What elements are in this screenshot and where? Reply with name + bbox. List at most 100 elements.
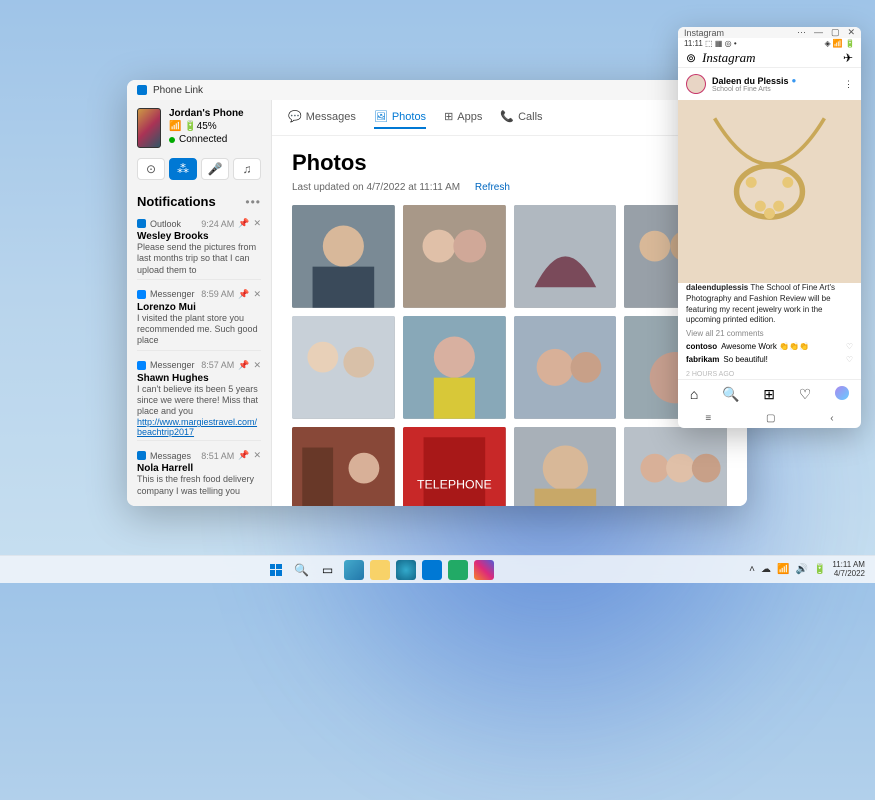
pin-icon[interactable]: 📌	[238, 218, 249, 229]
dnd-button[interactable]: ⊙	[137, 158, 165, 180]
instagram-taskbar-icon[interactable]	[474, 560, 494, 580]
taskbar-center: 🔍 ▭	[266, 560, 494, 580]
start-button[interactable]	[266, 560, 286, 580]
like-comment-icon[interactable]: ♡	[846, 355, 853, 366]
pin-icon[interactable]: 📌	[238, 450, 249, 461]
explorer-icon[interactable]	[370, 560, 390, 580]
photo-thumbnail[interactable]	[514, 316, 617, 419]
back-icon[interactable]: ‹	[830, 413, 833, 424]
task-view-icon[interactable]: ▭	[318, 560, 338, 580]
photo-thumbnail[interactable]	[292, 205, 395, 308]
wifi-icon[interactable]: 📶	[777, 564, 789, 575]
instagram-logo: Instagram	[702, 50, 755, 66]
necklace-illustration	[678, 100, 861, 283]
photo-thumbnail[interactable]: TELEPHONE	[403, 427, 506, 507]
refresh-button[interactable]: Refresh	[475, 182, 510, 193]
phone-link-titlebar[interactable]: Phone Link	[127, 80, 747, 100]
photo-thumbnail[interactable]	[514, 205, 617, 308]
close-icon[interactable]: ✕	[253, 360, 261, 371]
device-status: Connected	[169, 134, 244, 145]
instagram-header: ⊚ Instagram ✈	[678, 49, 861, 68]
taskbar[interactable]: 🔍 ▭ ˄ ☁ 📶 🔊 🔋 11:11 AM 4/7/2022	[0, 555, 875, 583]
photo-thumbnail[interactable]	[403, 205, 506, 308]
notification-item[interactable]: Messenger 8:57 AM 📌✕ Shawn Hughes I can'…	[137, 357, 261, 442]
widgets-icon[interactable]	[344, 560, 364, 580]
maximize-icon[interactable]: ▢	[831, 28, 840, 37]
like-comment-icon[interactable]: ♡	[846, 342, 853, 353]
instagram-titlebar[interactable]: Instagram ⋯ — ▢ ✕	[678, 27, 861, 38]
photo-grid: TELEPHONE	[292, 205, 727, 506]
clock[interactable]: 11:11 AM 4/7/2022	[832, 561, 865, 579]
home-icon[interactable]: ⌂	[690, 386, 698, 403]
post-username[interactable]: Daleen du Plessis●	[712, 76, 796, 86]
photo-thumbnail[interactable]	[292, 316, 395, 419]
profile-avatar-icon[interactable]	[835, 386, 849, 400]
post-image[interactable]	[678, 100, 861, 243]
tab-apps[interactable]: ⊞Apps	[444, 106, 482, 129]
outlook-icon	[137, 219, 146, 228]
notifications-more-icon[interactable]: •••	[245, 195, 261, 209]
minimize-icon[interactable]: —	[814, 28, 823, 37]
photo-thumbnail[interactable]	[514, 427, 617, 507]
photos-tab-icon: 🖼	[374, 110, 388, 123]
notification-item[interactable]: Messages 8:51 AM 📌✕ Nola Harrell This is…	[137, 447, 261, 498]
status-icons: ◈ 📶 🔋	[824, 39, 855, 48]
phone-thumbnail	[137, 108, 161, 148]
pin-icon[interactable]: 📌	[238, 360, 249, 371]
notifications-list: Outlook 9:24 AM 📌✕ Wesley Brooks Please …	[137, 215, 261, 498]
tab-calls[interactable]: 📞Calls	[500, 106, 542, 129]
search-icon[interactable]: 🔍	[292, 560, 312, 580]
close-icon[interactable]: ✕	[847, 28, 855, 37]
phone-link-tabs: 💬Messages 🖼Photos ⊞Apps 📞Calls	[272, 100, 747, 136]
tab-messages[interactable]: 💬Messages	[288, 106, 356, 129]
chevron-up-icon[interactable]: ˄	[749, 564, 755, 575]
music-button[interactable]: ♫	[233, 158, 261, 180]
close-icon[interactable]: ✕	[253, 289, 261, 300]
instagram-window: Instagram ⋯ — ▢ ✕ 11:11 ⬚ ▦ ◎ • ◈ 📶 🔋 ⊚ …	[678, 27, 861, 428]
close-icon[interactable]: ✕	[253, 450, 261, 461]
edge-icon[interactable]	[396, 560, 416, 580]
photos-subtitle: Last updated on 4/7/2022 at 11:11 AM Ref…	[292, 182, 727, 193]
post-avatar[interactable]	[686, 74, 706, 94]
device-summary[interactable]: Jordan's Phone 📶 🔋45% Connected	[137, 108, 261, 148]
photo-thumbnail[interactable]	[403, 316, 506, 419]
system-tray[interactable]: ˄ ☁ 📶 🔊 🔋 11:11 AM 4/7/2022	[749, 561, 865, 579]
search-icon[interactable]: 🔍	[722, 386, 739, 403]
recents-icon[interactable]: ≡	[705, 413, 711, 424]
onedrive-icon[interactable]: ☁	[761, 564, 771, 575]
notification-item[interactable]: Messenger 8:59 AM 📌✕ Lorenzo Mui I visit…	[137, 286, 261, 351]
post-more-icon[interactable]: ⋮	[844, 79, 853, 90]
notification-item[interactable]: Outlook 9:24 AM 📌✕ Wesley Brooks Please …	[137, 215, 261, 280]
photos-title: Photos	[292, 150, 727, 176]
view-comments-link[interactable]: View all 21 comments	[686, 329, 853, 340]
photo-thumbnail[interactable]	[292, 427, 395, 507]
new-post-icon[interactable]: ⊞	[763, 386, 775, 403]
comment-row[interactable]: contosoAwesome Work 👏👏👏♡	[686, 342, 853, 353]
direct-icon[interactable]: ✈	[843, 51, 853, 65]
close-icon[interactable]: ✕	[253, 218, 261, 229]
bluetooth-button[interactable]: ⁂	[169, 158, 197, 180]
post-caption: daleenduplessis The School of Fine Art's…	[686, 283, 853, 326]
volume-icon[interactable]: 🔊	[795, 564, 807, 575]
calls-tab-icon: 📞	[500, 110, 514, 123]
activity-icon[interactable]: ♡	[799, 386, 812, 403]
tab-photos[interactable]: 🖼Photos	[374, 106, 426, 129]
phone-link-app-icon	[137, 85, 147, 95]
battery-icon[interactable]: 🔋	[814, 564, 826, 575]
photo-thumbnail[interactable]	[624, 427, 727, 507]
side-actions-row: ⊙ ⁂ 🎤 ♫	[137, 158, 261, 180]
notification-link[interactable]: http://www.margiestravel.com/beachtrip20…	[137, 417, 261, 437]
phone-link-main: 💬Messages 🖼Photos ⊞Apps 📞Calls Photos La…	[272, 100, 747, 506]
pin-icon[interactable]: 📌	[238, 289, 249, 300]
camera-icon[interactable]: ⊚	[686, 51, 696, 65]
phone-link-taskbar-icon[interactable]	[422, 560, 442, 580]
store-icon[interactable]	[448, 560, 468, 580]
post-header[interactable]: Daleen du Plessis● School of Fine Arts ⋮	[678, 68, 861, 100]
home-icon[interactable]: ▢	[766, 413, 775, 424]
more-icon[interactable]: ⋯	[797, 28, 806, 37]
audio-button[interactable]: 🎤	[201, 158, 229, 180]
post-subtitle: School of Fine Arts	[712, 86, 796, 93]
apps-tab-icon: ⊞	[444, 110, 453, 123]
post-time: 2 HOURS AGO	[686, 370, 853, 379]
comment-row[interactable]: fabrikamSo beautiful!♡	[686, 355, 853, 366]
